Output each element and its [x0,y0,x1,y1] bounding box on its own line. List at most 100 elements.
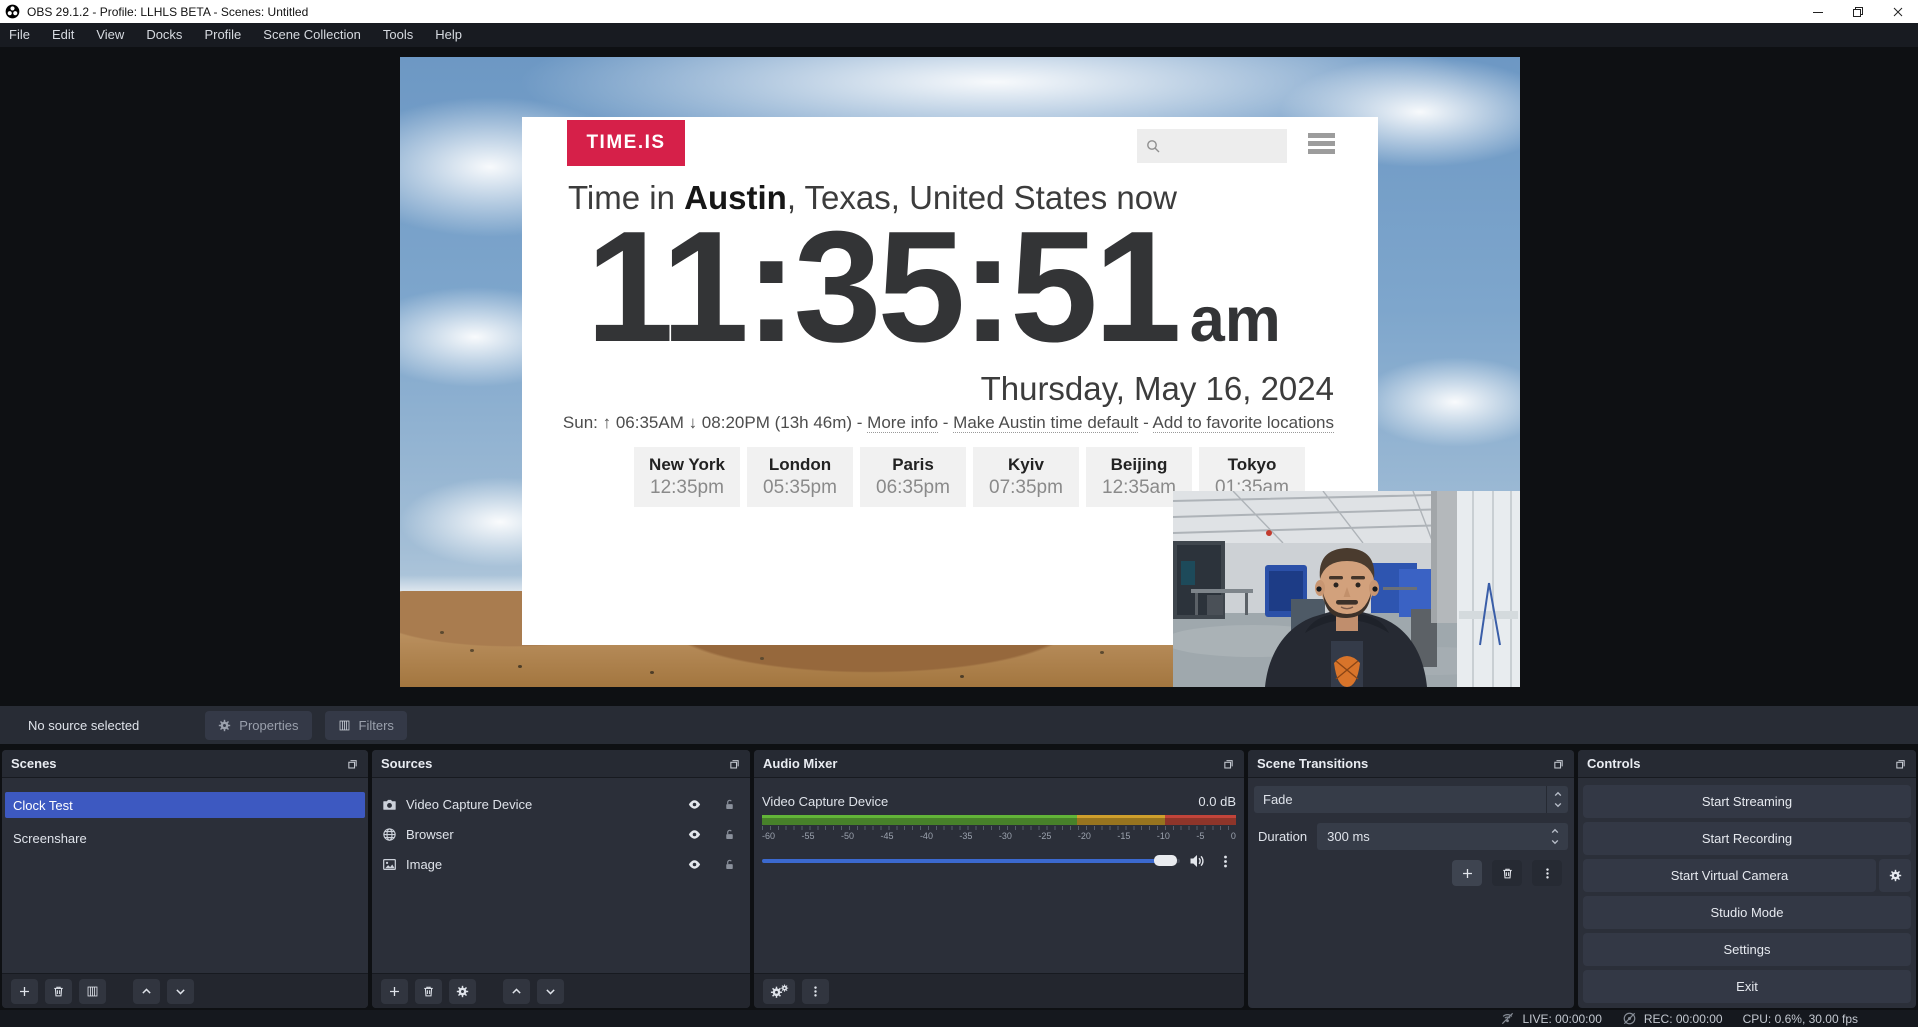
source-item-video-capture[interactable]: Video Capture Device [372,789,750,819]
dock-popup-button[interactable] [1552,757,1565,770]
remove-scene-button[interactable] [45,979,72,1004]
menu-item-tools[interactable]: Tools [372,23,424,47]
scene-item-clock-test[interactable]: Clock Test [5,792,365,818]
add-source-button[interactable] [381,979,408,1004]
make-default-link: Make Austin time default [953,413,1138,433]
transition-select[interactable]: Fade [1254,786,1568,813]
move-source-down-button[interactable] [537,979,564,1004]
remove-transition-button[interactable] [1492,860,1522,886]
transitions-dock-header[interactable]: Scene Transitions [1248,750,1574,778]
trash-icon [422,985,435,998]
duration-label: Duration [1254,829,1307,844]
filter-icon [338,719,351,732]
visibility-eye-icon[interactable] [687,827,702,842]
camera-icon [382,797,397,812]
sources-dock-header[interactable]: Sources [372,750,750,778]
source-item-image[interactable]: Image [372,849,750,879]
hamburger-menu-icon [1308,133,1335,154]
advanced-audio-button[interactable] [763,979,795,1004]
move-scene-up-button[interactable] [133,979,160,1004]
menu-item-edit[interactable]: Edit [41,23,85,47]
move-scene-down-button[interactable] [167,979,194,1004]
filters-button[interactable]: Filters [325,711,407,740]
start-recording-button[interactable]: Start Recording [1583,822,1911,855]
digital-clock: 11:35:51 am [586,205,1281,371]
minimize-icon [1812,6,1824,18]
settings-button[interactable]: Settings [1583,933,1911,966]
mixer-toolbar [754,973,1244,1008]
maximize-button[interactable] [1838,0,1878,23]
source-context-toolbar: No source selected Properties Filters [0,706,1918,744]
scene-transitions-dock: Scene Transitions Fade Duration [1248,750,1574,1008]
spinbox-arrows[interactable] [1545,826,1565,847]
source-properties-button[interactable] [449,979,476,1004]
dock-popup-button[interactable] [728,757,741,770]
source-item-browser[interactable]: Browser [372,819,750,849]
studio-mode-button[interactable]: Studio Mode [1583,896,1911,929]
menu-item-docks[interactable]: Docks [135,23,193,47]
meter-tick-labels: -60-55 -50-45 -40-35 -30-25 -20-15 -10-5… [762,831,1236,841]
virtual-camera-settings-button[interactable] [1879,859,1911,892]
volume-slider[interactable] [762,859,1180,863]
transition-menu-button[interactable] [1532,860,1562,886]
preview-canvas[interactable]: TIME.IS Time in Austin, Texas, United St… [400,57,1520,687]
search-input [1137,129,1287,163]
combo-chevrons[interactable] [1546,786,1568,813]
menu-item-help[interactable]: Help [424,23,473,47]
window-buttons [1798,0,1918,23]
scenes-toolbar [2,973,368,1008]
dock-popup-button[interactable] [346,757,359,770]
exit-button[interactable]: Exit [1583,970,1911,1003]
more-info-link: More info [867,413,938,433]
add-scene-button[interactable] [11,979,38,1004]
duration-spinbox[interactable]: 300 ms [1317,823,1568,850]
audio-mixer-dock-header[interactable]: Audio Mixer [754,750,1244,778]
arrow-up-icon [510,985,523,998]
scenes-dock: Scenes Clock Test Screenshare [2,750,368,1008]
start-streaming-button[interactable]: Start Streaming [1583,785,1911,818]
add-transition-button[interactable] [1452,860,1482,886]
close-icon [1892,6,1904,18]
filter-icon [86,985,99,998]
chevron-down-icon [1550,837,1560,847]
scene-item-screenshare[interactable]: Screenshare [5,825,365,851]
city-time-box: New York12:35pm [634,447,740,507]
search-icon [1145,138,1161,154]
speaker-icon[interactable] [1189,853,1205,869]
lock-icon[interactable] [723,798,736,811]
record-inactive-icon [1622,1011,1637,1026]
minimize-button[interactable] [1798,0,1838,23]
dock-area: Scenes Clock Test Screenshare [0,750,1918,1008]
channel-menu-button[interactable] [1214,848,1236,874]
globe-icon [382,827,397,842]
lock-icon[interactable] [723,858,736,871]
properties-button[interactable]: Properties [205,711,311,740]
mixer-menu-button[interactable] [802,979,829,1004]
popup-icon [1894,757,1907,770]
chevron-up-icon [1550,826,1560,836]
status-bar: LIVE: 00:00:00 REC: 00:00:00 CPU: 0.6%, … [0,1010,1918,1027]
close-button[interactable] [1878,0,1918,23]
menu-item-scene-collection[interactable]: Scene Collection [252,23,372,47]
menu-item-file[interactable]: File [0,23,41,47]
scenes-dock-header[interactable]: Scenes [2,750,368,778]
lock-icon[interactable] [723,828,736,841]
kebab-menu-icon [809,985,822,998]
visibility-eye-icon[interactable] [687,797,702,812]
start-virtual-camera-button[interactable]: Start Virtual Camera [1583,859,1876,892]
volume-slider-handle[interactable] [1154,855,1177,866]
cpu-fps-status: CPU: 0.6%, 30.00 fps [1743,1012,1858,1026]
dock-popup-button[interactable] [1222,757,1235,770]
arrow-up-icon [140,985,153,998]
menu-item-view[interactable]: View [85,23,135,47]
dock-popup-button[interactable] [1894,757,1907,770]
controls-dock-header[interactable]: Controls [1578,750,1916,778]
city-time-box: Paris06:35pm [860,447,966,507]
move-source-up-button[interactable] [503,979,530,1004]
window-title: OBS 29.1.2 - Profile: LLHLS BETA - Scene… [27,5,308,19]
scene-filters-button[interactable] [79,979,106,1004]
sources-list: Video Capture Device Browser [372,778,750,973]
visibility-eye-icon[interactable] [687,857,702,872]
menu-item-profile[interactable]: Profile [193,23,252,47]
remove-source-button[interactable] [415,979,442,1004]
